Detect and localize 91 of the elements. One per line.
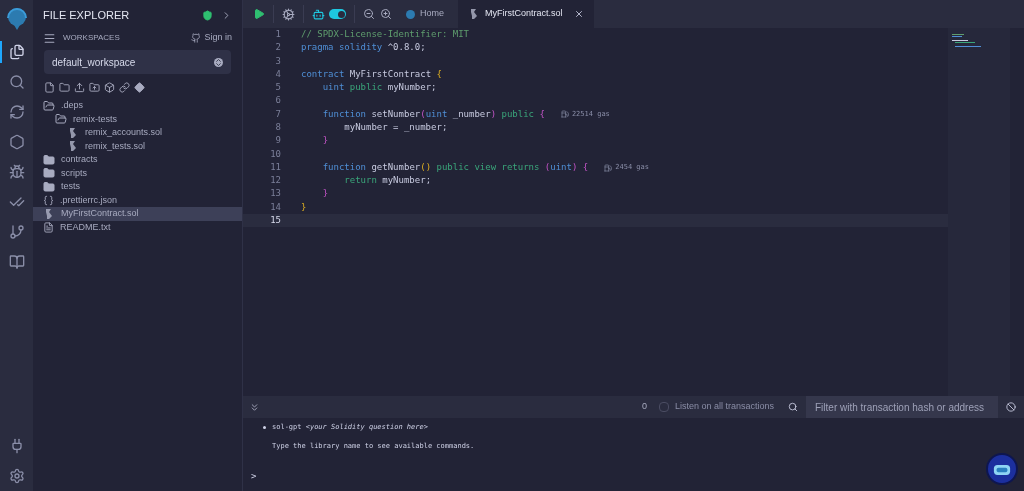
- line-number: 9: [274, 134, 282, 148]
- file-tree-item[interactable]: remix-tests: [33, 112, 242, 126]
- settings-icon[interactable]: [8, 468, 25, 484]
- branch-icon[interactable]: [8, 224, 25, 240]
- assistant-avatar-icon[interactable]: [986, 453, 1018, 485]
- line-number: 13: [269, 187, 282, 201]
- code-line: uint public myNumber;: [321, 81, 437, 95]
- zoom-out-icon[interactable]: [363, 8, 375, 20]
- workspace-select[interactable]: default_workspace: [44, 50, 231, 74]
- fuel-icon: [604, 163, 613, 172]
- bullet-icon: [263, 425, 266, 429]
- file-tree-item[interactable]: MyFirstContract.sol: [33, 207, 242, 221]
- link-icon[interactable]: [119, 82, 130, 93]
- menu-icon[interactable]: [43, 31, 56, 45]
- line-number: 15: [269, 214, 282, 228]
- line-number: 2: [274, 41, 282, 55]
- workspaces-label: WORKSPACES: [63, 32, 121, 44]
- open-folder-icon: [55, 113, 67, 126]
- files-icon[interactable]: [8, 44, 25, 60]
- folder-icon: [43, 167, 55, 180]
- filter-field[interactable]: Filter with transaction hash or address: [806, 396, 998, 418]
- file-tree-item[interactable]: .prettierrc.json: [33, 193, 242, 207]
- book-icon[interactable]: [8, 254, 25, 270]
- code-line: contract MyFirstContract {: [300, 67, 442, 81]
- line-number: 1: [274, 27, 282, 41]
- line-number: 7: [274, 107, 282, 121]
- line-number: 5: [274, 81, 282, 95]
- zoom-in-icon[interactable]: [380, 8, 392, 20]
- new-folder-icon[interactable]: [59, 82, 70, 93]
- bug-icon[interactable]: [8, 164, 25, 180]
- active-indicator: [0, 41, 2, 63]
- panel-title: FILE EXPLORER: [43, 7, 131, 23]
- open-folder-icon: [43, 99, 55, 112]
- solidity-icon: [67, 126, 79, 139]
- file-tree-item[interactable]: contracts: [33, 153, 242, 167]
- hexagon-icon[interactable]: [8, 134, 25, 150]
- braces-icon: [43, 194, 54, 206]
- line-number: 12: [269, 174, 282, 188]
- terminal-prompt[interactable]: >: [251, 469, 257, 483]
- github-icon: [191, 33, 202, 43]
- file-tree-item[interactable]: .deps: [33, 99, 242, 113]
- file-tree-item[interactable]: tests: [33, 180, 242, 194]
- listen-label: Listen on all transactions: [674, 400, 774, 414]
- file-tree-item[interactable]: remix_tests.sol: [33, 139, 242, 153]
- search-icon[interactable]: [788, 402, 798, 412]
- editor-tab[interactable]: Home: [396, 0, 454, 28]
- line-number: 3: [274, 54, 282, 68]
- solidity-icon: [43, 207, 55, 220]
- run-icon[interactable]: [253, 8, 265, 20]
- folder-icon: [43, 180, 55, 193]
- listen-checkbox[interactable]: [658, 402, 669, 412]
- upload-icon[interactable]: [74, 82, 85, 93]
- code-line: myNumber = _number;: [343, 121, 448, 134]
- code-line: pragma solidity ^0.8.0;: [300, 41, 426, 55]
- fuel-icon: [560, 110, 569, 119]
- code-line: // SPDX-License-Identifier: MIT: [300, 27, 469, 41]
- close-icon[interactable]: [573, 9, 584, 19]
- upload-folder-icon[interactable]: [89, 82, 100, 93]
- folder-icon: [43, 153, 55, 166]
- editor-tab[interactable]: MyFirstContract.sol: [458, 0, 594, 28]
- code-line: }: [321, 187, 329, 201]
- collapse-icon[interactable]: [249, 401, 260, 413]
- code-line: function getNumber() public view returns (uint) {: [321, 160, 589, 174]
- shield-icon: [202, 9, 213, 21]
- code-line: function setNumber(uint _number) public {: [321, 107, 545, 121]
- sync-icon[interactable]: [8, 104, 25, 120]
- box-icon[interactable]: [104, 82, 115, 93]
- line-number: 10: [269, 147, 282, 161]
- up-down-icon: [214, 57, 223, 67]
- search-icon[interactable]: [8, 74, 25, 90]
- code-line: return myNumber;: [343, 174, 432, 188]
- settings-icon[interactable]: [282, 7, 295, 21]
- line-number: 6: [274, 94, 282, 108]
- solidity-icon: [67, 140, 79, 153]
- code-line: }: [321, 134, 329, 148]
- line-number: 4: [274, 67, 282, 81]
- code-line: }: [300, 200, 307, 214]
- clear-icon[interactable]: [1006, 402, 1016, 412]
- line-number: 8: [274, 121, 282, 134]
- sign-in-button[interactable]: Sign in: [191, 31, 232, 45]
- solidity-icon: [468, 8, 480, 20]
- file-tree-item[interactable]: remix_accounts.sol: [33, 126, 242, 140]
- file-tree-item[interactable]: README.txt: [33, 220, 242, 234]
- line-number: 14: [269, 200, 282, 214]
- toggle-switch[interactable]: [329, 9, 346, 19]
- robot-icon[interactable]: [312, 7, 325, 21]
- new-file-icon[interactable]: [44, 82, 55, 93]
- file-tree-item[interactable]: scripts: [33, 166, 242, 180]
- line-number: 11: [269, 160, 282, 174]
- transaction-count: 0: [641, 400, 647, 414]
- document-icon: [43, 221, 54, 233]
